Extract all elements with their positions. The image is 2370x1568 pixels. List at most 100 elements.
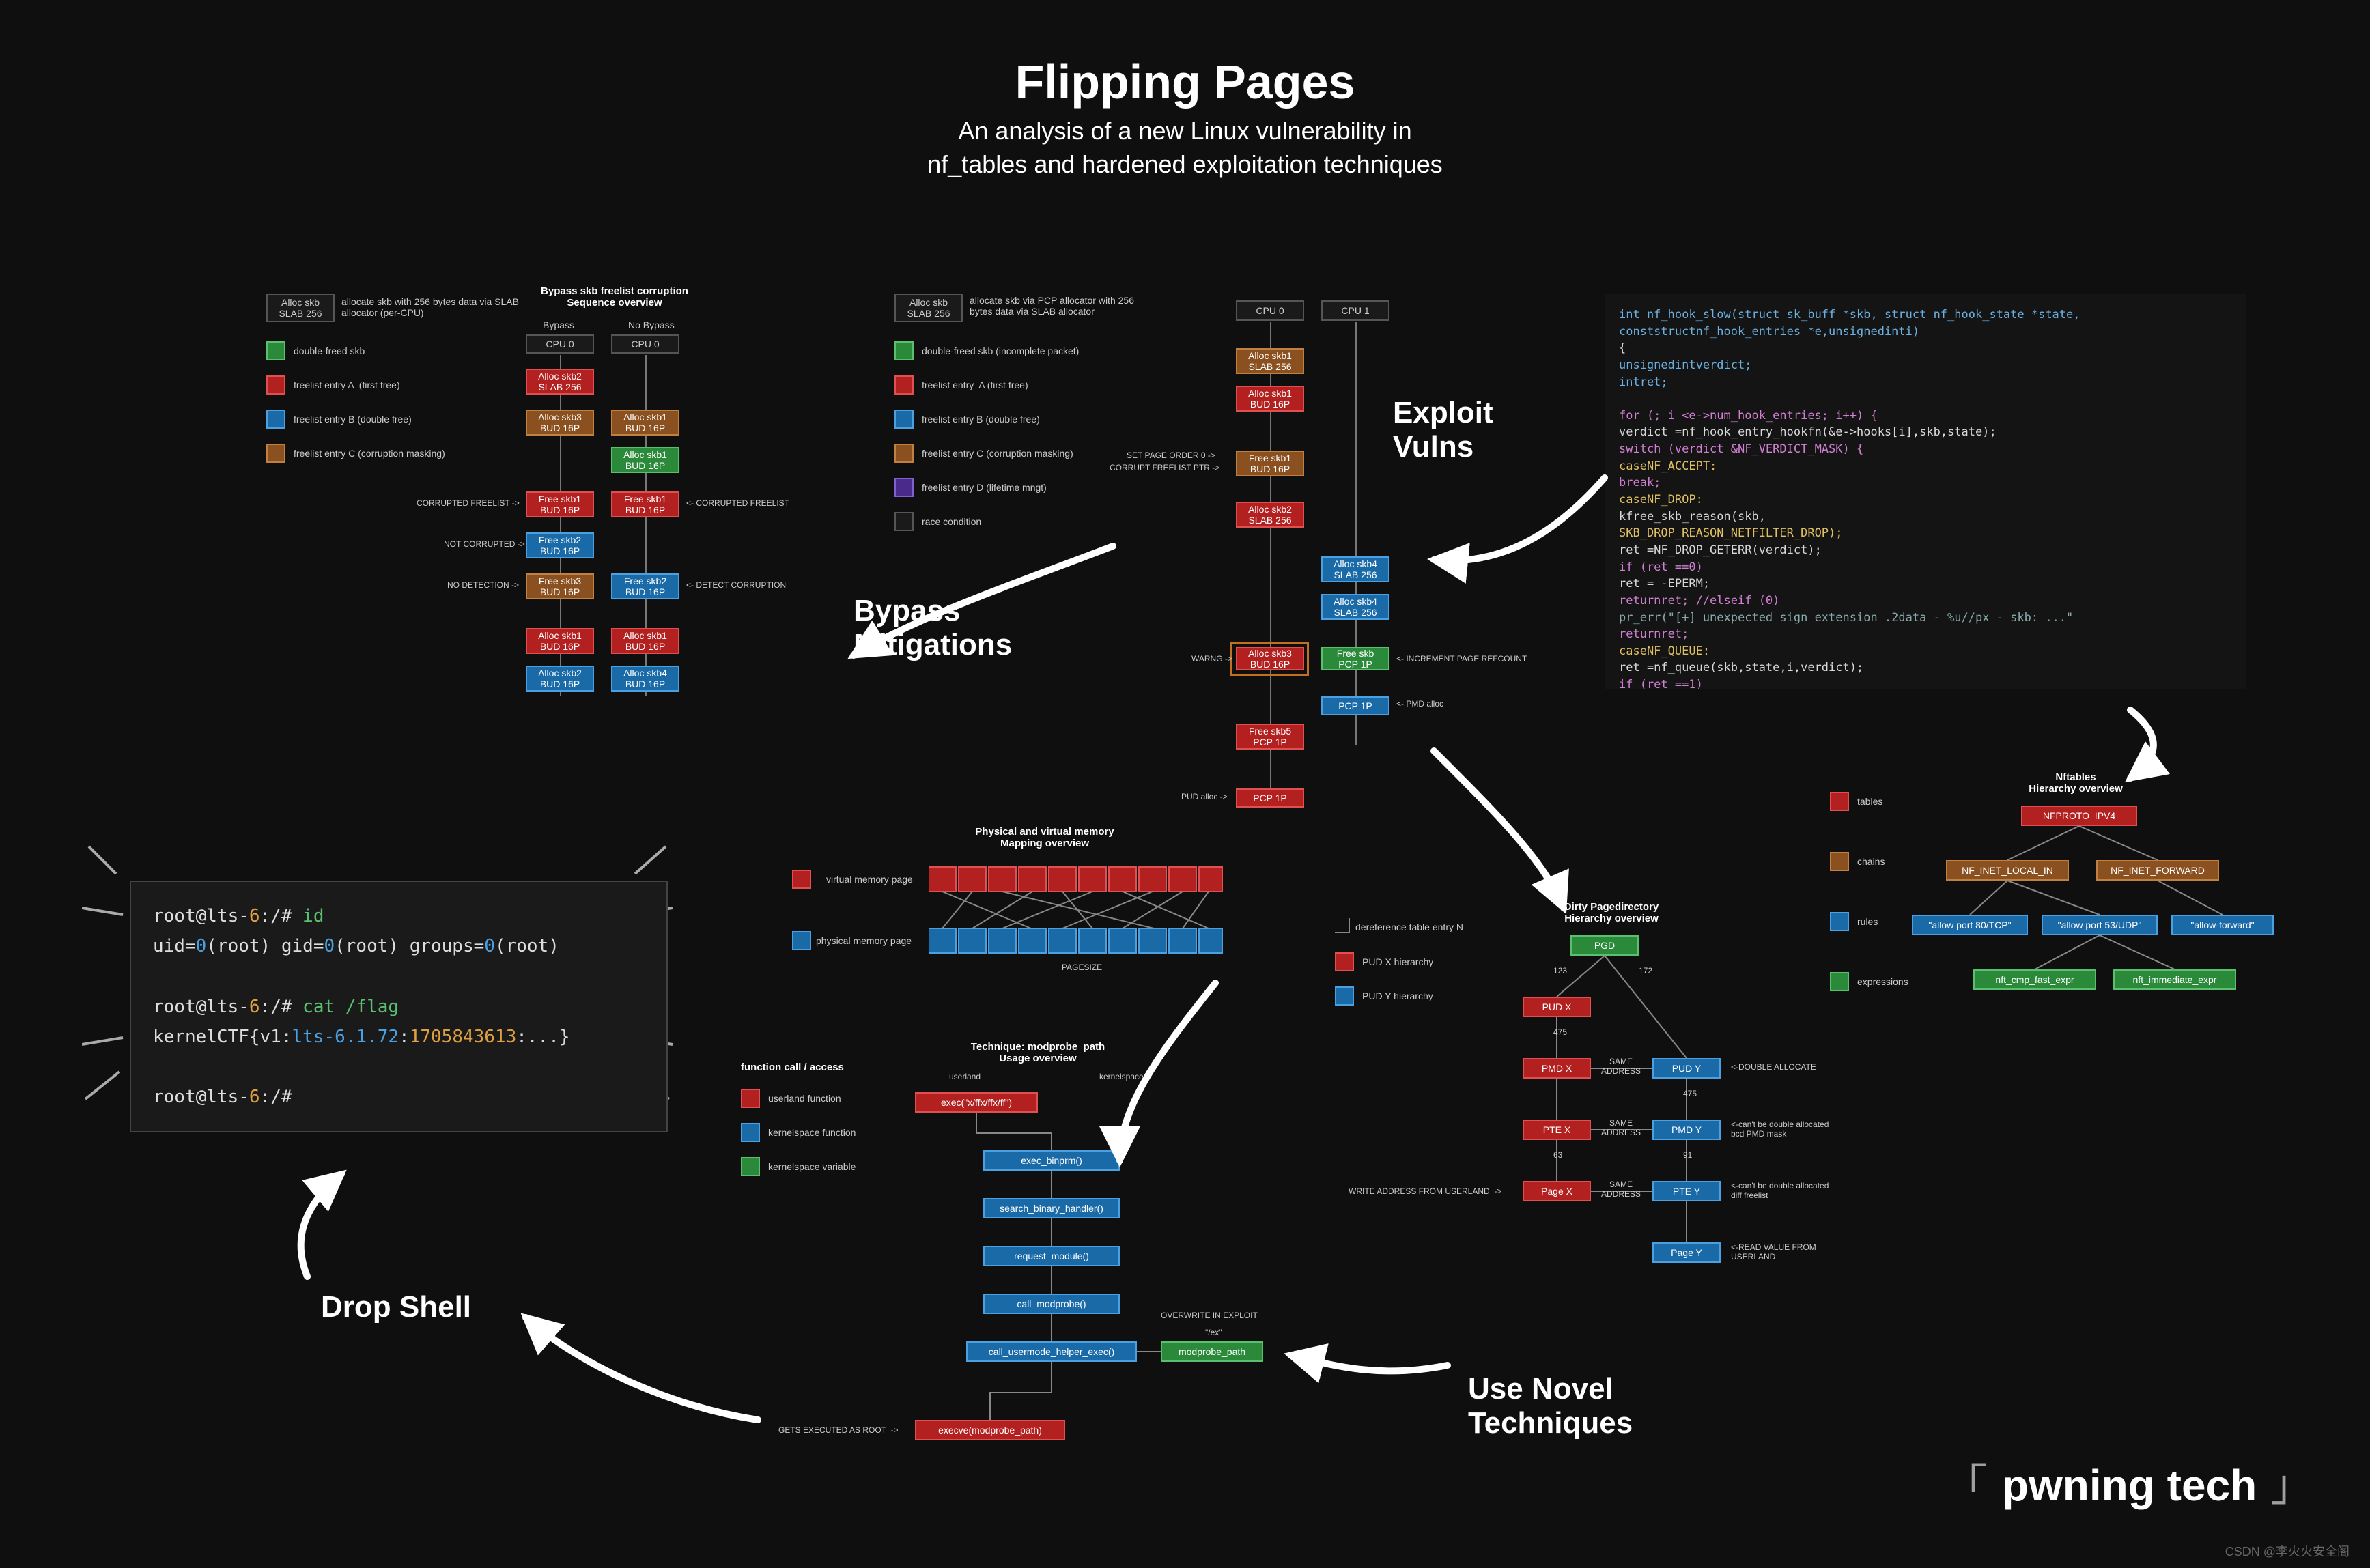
cpu-annL-0: SET PAGE ORDER 0 -> [1127, 451, 1215, 460]
nft-sw-3 [1830, 972, 1849, 991]
legendB-lbl-0: double-freed skb (incomplete packet) [922, 345, 1079, 356]
modprobe-col-1: kernelspace [1099, 1072, 1144, 1081]
func-sw-2 [741, 1157, 760, 1176]
dirty-conn [1523, 935, 1748, 1270]
legendB-sw-3 [894, 444, 914, 463]
legendA-header-desc: allocate skb with 256 bytes data via SLA… [341, 296, 519, 318]
dirty-n-0: 123 [1553, 966, 1567, 975]
cpu-l-4: Alloc skb3 BUD 16P [1236, 647, 1304, 670]
dirty-same-2: SAME ADDRESS [1601, 1180, 1641, 1199]
dirty-n-1: 475 [1553, 1027, 1567, 1037]
legendB-sw-4 [894, 478, 914, 497]
bypass-r-0: Alloc skb1 BUD 16P [611, 410, 679, 436]
deref-lbl-1: PUD Y hierarchy [1362, 990, 1433, 1001]
cpu-r-0: Alloc skb4 SLAB 256 [1321, 556, 1389, 582]
mem-sw-0 [792, 870, 811, 889]
nft-lbl-0: tables [1857, 796, 1882, 807]
cpu-annL-2: WARNG -> [1191, 654, 1232, 664]
legendA-lbl-2: freelist entry B (double free) [294, 414, 412, 425]
bypass-r-4: Alloc skb1 BUD 16P [611, 628, 679, 654]
cpu-box-1: CPU 1 [1321, 300, 1389, 321]
func-lbl-0: userland function [768, 1093, 841, 1104]
cpu-r-1: Alloc skb4 SLAB 256 [1321, 594, 1389, 620]
deref-title: dereference table entry N [1355, 922, 1463, 932]
dirty-same-0: SAME ADDRESS [1601, 1057, 1641, 1076]
legendA-sw-3 [266, 444, 285, 463]
legendB-lbl-2: freelist entry B (double free) [922, 414, 1040, 425]
bypass-r-2: Free skb1 BUD 16P [611, 491, 679, 517]
modprobe-ann2: GETS EXECUTED AS ROOT -> [778, 1425, 898, 1435]
label-bypass-mitigations: Bypass Mitigations [854, 594, 1012, 662]
cpu-l-5: Free skb5 PCP 1P [1236, 724, 1304, 750]
func-title: function call / access [741, 1061, 864, 1073]
dirty-n-4: 63 [1553, 1150, 1562, 1160]
bypass-ann-1: NOT CORRUPTED -> [444, 539, 525, 549]
nft-conn [1912, 806, 2294, 997]
bypass-l-3: Free skb2 BUD 16P [526, 532, 594, 558]
func-sw-0 [741, 1089, 760, 1108]
nft-lbl-3: expressions [1857, 976, 1908, 987]
label-drop-shell: Drop Shell [321, 1290, 471, 1324]
legendB-lbl-4: freelist entry D (lifetime mngt) [922, 482, 1047, 493]
mem-row0: virtual memory page [826, 874, 913, 885]
dirty-ann-3: <-READ VALUE FROM USERLAND [1731, 1242, 1816, 1261]
legendB-lbl-3: freelist entry C (corruption masking) [922, 448, 1073, 459]
title-block: Flipping Pages An analysis of a new Linu… [0, 55, 2370, 181]
cpu-box-0: CPU 0 [1236, 300, 1304, 321]
cpu-l-6: PCP 1P [1236, 788, 1304, 808]
dirty-ann-0: <-DOUBLE ALLOCATE [1731, 1062, 1816, 1072]
legendA-sw-2 [266, 410, 285, 429]
brand-logo: 「 pwning tech 」 [1943, 1451, 2315, 1513]
bypass-r-3: Free skb2 BUD 16P [611, 573, 679, 599]
modprobe-col-0: userland [949, 1072, 981, 1081]
legendA-lbl-3: freelist entry C (corruption masking) [294, 448, 445, 459]
nft-lbl-2: rules [1857, 916, 1878, 927]
legendB-header-desc: allocate skb via PCP allocator with 256 … [970, 295, 1147, 317]
dirty-n-3: 475 [1683, 1089, 1697, 1098]
legendB-sw-5 [894, 512, 914, 531]
legendA-sw-0 [266, 341, 285, 360]
cpu-annR-0: <- INCREMENT PAGE REFCOUNT [1396, 654, 1527, 664]
cpu-r-3: PCP 1P [1321, 696, 1389, 715]
bypass-l-4: Free skb3 BUD 16P [526, 573, 594, 599]
legendA-lbl-1: freelist entry A (first free) [294, 380, 400, 390]
legendA-header-box: Alloc skb SLAB 256 [266, 294, 335, 322]
label-use-novel-techniques: Use Novel Techniques [1468, 1372, 1633, 1440]
dirty-ann-4: WRITE ADDRESS FROM USERLAND -> [1349, 1186, 1501, 1196]
cpu-l-0: Alloc skb1 SLAB 256 [1236, 348, 1304, 374]
func-lbl-2: kernelspace variable [768, 1161, 856, 1172]
cpu-annL-3: PUD alloc -> [1181, 792, 1228, 801]
func-sw-1 [741, 1123, 760, 1142]
modprobe-title: Technique: modprobe_path Usage overview [942, 1041, 1133, 1064]
bypass-l-6: Alloc skb2 BUD 16P [526, 666, 594, 692]
page-title: Flipping Pages [0, 55, 2370, 109]
mem-title: Physical and virtual memory Mapping over… [935, 826, 1154, 849]
legendB-sw-2 [894, 410, 914, 429]
cpu-annL-1: CORRUPT FREELIST PTR -> [1110, 463, 1219, 472]
cpu-l-3: Alloc skb2 SLAB 256 [1236, 502, 1304, 528]
deref-sw-0 [1335, 952, 1354, 971]
cpu-vline-r [1355, 322, 1357, 745]
legendB-header-box: Alloc skb SLAB 256 [894, 294, 963, 322]
bypass-ann-3: <- CORRUPTED FREELIST [686, 498, 789, 508]
dirty-ann-2: <-can't be double allocated diff freelis… [1731, 1181, 1829, 1200]
dirty-n-2: 172 [1639, 966, 1652, 975]
cpu-l-2: Free skb1 BUD 16P [1236, 451, 1304, 476]
deref-sw-1 [1335, 986, 1354, 1006]
bypass-cpu-0: CPU 0 [526, 334, 594, 354]
bypass-colh-0: Bypass [543, 319, 574, 330]
legendB-lbl-5: race condition [922, 516, 981, 527]
modprobe-conn [915, 1092, 1290, 1447]
nft-sw-0 [1830, 792, 1849, 811]
bypass-ann-2: NO DETECTION -> [447, 580, 519, 590]
bypass-l-1: Alloc skb3 BUD 16P [526, 410, 594, 436]
deref-lbl-0: PUD X hierarchy [1362, 956, 1433, 967]
dirty-title: Dirty Pagedirectory Hierarchy overview [1523, 901, 1700, 924]
cpu-r-2: Free skb PCP 1P [1321, 647, 1389, 670]
bypass-l-2: Free skb1 BUD 16P [526, 491, 594, 517]
nft-title: Nftables Hierarchy overview [2001, 771, 2151, 795]
code-panel: int nf_hook_slow(struct sk_buff *skb, st… [1605, 294, 2246, 689]
bypass-r-1: Alloc skb1 BUD 16P [611, 447, 679, 473]
bypass-cpu-1: CPU 0 [611, 334, 679, 354]
bypass-ann-4: <- DETECT CORRUPTION [686, 580, 786, 590]
